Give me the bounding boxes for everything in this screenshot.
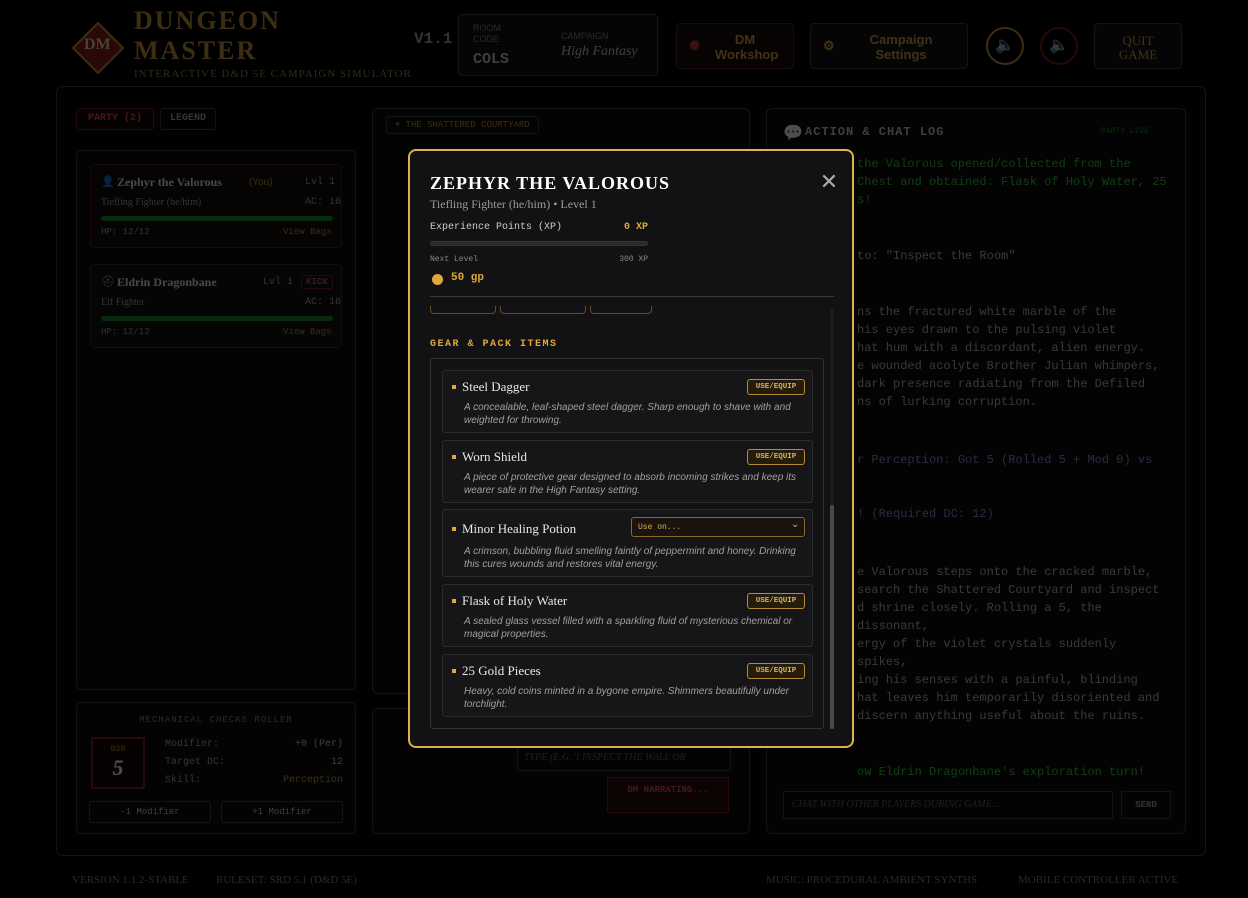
item-name: Steel Dagger bbox=[462, 379, 530, 394]
item-description: A piece of protective gear designed to a… bbox=[464, 472, 797, 496]
scrollbar-thumb[interactable] bbox=[830, 505, 834, 729]
divider bbox=[430, 296, 834, 297]
equipment-tab-stub[interactable] bbox=[590, 306, 652, 314]
xp-progress-bar bbox=[430, 241, 648, 246]
item-description: A sealed glass vessel filled with a spar… bbox=[464, 616, 793, 640]
bullet-icon bbox=[452, 527, 456, 531]
modal-overlay[interactable]: ZEPHYR THE VALOROUS Tiefling Fighter (he… bbox=[0, 0, 1248, 898]
equipment-tab-stub[interactable] bbox=[500, 306, 586, 314]
bullet-icon bbox=[452, 455, 456, 459]
character-sheet-modal: ZEPHYR THE VALOROUS Tiefling Fighter (he… bbox=[408, 149, 854, 748]
gold-coin-icon bbox=[432, 274, 443, 285]
gear-item-minor-healing-potion: Minor Healing Potion Use on... ⌄ A crims… bbox=[442, 509, 813, 577]
xp-label: Experience Points (XP) bbox=[430, 222, 563, 233]
item-name: Worn Shield bbox=[462, 449, 528, 464]
character-subtitle: Tiefling Fighter (he/him) • Level 1 bbox=[430, 197, 597, 211]
item-description: A crimson, bubbling fluid smelling faint… bbox=[464, 546, 796, 570]
gear-item-25-gold-pieces: 25 Gold Pieces USE/EQUIP Heavy, cold coi… bbox=[442, 654, 813, 717]
use-equip-button[interactable]: USE/EQUIP bbox=[747, 663, 805, 679]
next-level-label: Next Level bbox=[430, 255, 479, 264]
item-name: Minor Healing Potion bbox=[462, 521, 577, 536]
next-level-value: 300 XP bbox=[619, 255, 648, 264]
item-name: Flask of Holy Water bbox=[462, 593, 568, 608]
gold-amount: 50 gp bbox=[451, 272, 485, 284]
bullet-icon bbox=[452, 599, 456, 603]
gear-item-steel-dagger: Steel Dagger USE/EQUIP A concealable, le… bbox=[442, 370, 813, 433]
use-equip-button[interactable]: USE/EQUIP bbox=[747, 379, 805, 395]
bullet-icon bbox=[452, 669, 456, 673]
character-name: ZEPHYR THE VALOROUS bbox=[430, 173, 671, 193]
item-description: Heavy, cold coins minted in a bygone emp… bbox=[464, 686, 789, 710]
gear-list: Steel Dagger USE/EQUIP A concealable, le… bbox=[430, 358, 824, 729]
use-on-select[interactable]: Use on... bbox=[631, 517, 805, 537]
use-equip-button[interactable]: USE/EQUIP bbox=[747, 593, 805, 609]
gear-item-flask-of-holy-water: Flask of Holy Water USE/EQUIP A sealed g… bbox=[442, 584, 813, 647]
use-equip-button[interactable]: USE/EQUIP bbox=[747, 449, 805, 465]
item-name: 25 Gold Pieces bbox=[462, 663, 541, 678]
equipment-tab-stub[interactable] bbox=[430, 306, 496, 314]
bullet-icon bbox=[452, 385, 456, 389]
close-icon[interactable]: ✕ bbox=[818, 171, 840, 193]
item-description: A concealable, leaf-shaped steel dagger.… bbox=[464, 402, 791, 426]
gear-item-worn-shield: Worn Shield USE/EQUIP A piece of protect… bbox=[442, 440, 813, 503]
xp-value: 0 XP bbox=[623, 222, 648, 233]
gear-section-title: GEAR & PACK ITEMS bbox=[430, 339, 558, 350]
